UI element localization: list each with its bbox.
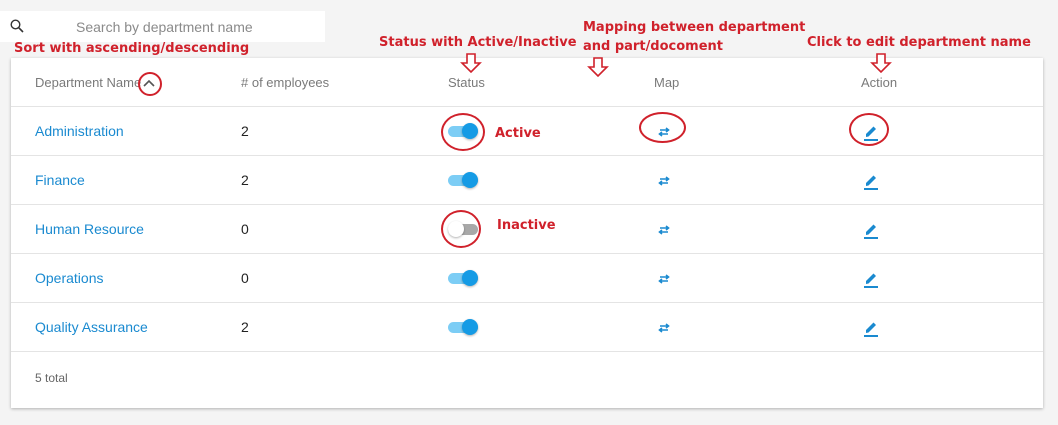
annotation-map-line1: Mapping between department — [583, 20, 806, 35]
table-row: Quality Assurance 2 — [11, 303, 1043, 352]
department-name-link[interactable]: Administration — [35, 107, 124, 156]
table-row: Administration 2 — [11, 107, 1043, 156]
swap-arrows-icon[interactable] — [654, 220, 674, 240]
chevron-up-icon[interactable] — [142, 78, 156, 88]
annotation-map-line2: and part/docoment — [583, 39, 724, 54]
annotation-status: Status with Active/Inactive — [379, 35, 577, 50]
status-toggle[interactable] — [448, 221, 479, 238]
pencil-icon[interactable] — [861, 171, 881, 191]
status-toggle[interactable] — [448, 123, 479, 140]
department-name-link[interactable]: Finance — [35, 156, 85, 205]
department-name-link[interactable]: Operations — [35, 254, 103, 303]
annotation-sort: Sort with ascending/descending — [14, 41, 250, 56]
annotation-action: Click to edit department name — [807, 35, 1031, 50]
table-header: Department Name # of employees Status Ma… — [11, 58, 1043, 107]
table-row: Operations 0 — [11, 254, 1043, 303]
header-department-name[interactable]: Department Name — [35, 58, 141, 107]
employee-count: 2 — [241, 319, 249, 335]
swap-arrows-icon[interactable] — [654, 122, 674, 142]
pencil-icon[interactable] — [861, 122, 881, 142]
swap-arrows-icon[interactable] — [654, 171, 674, 191]
employee-count: 2 — [241, 123, 249, 139]
pencil-icon[interactable] — [861, 318, 881, 338]
header-action: Action — [861, 75, 898, 90]
search-input[interactable]: Search by department name — [76, 19, 253, 35]
swap-arrows-icon[interactable] — [654, 318, 674, 338]
search-icon — [10, 19, 24, 33]
department-name-link[interactable]: Quality Assurance — [35, 303, 148, 352]
header-status: Status — [448, 75, 485, 90]
department-name-link[interactable]: Human Resource — [35, 205, 144, 254]
employee-count: 2 — [241, 172, 249, 188]
header-map: Map — [654, 75, 680, 90]
header-employees: # of employees — [241, 75, 330, 90]
search-bar[interactable]: Search by department name — [0, 11, 325, 42]
employee-count: 0 — [241, 221, 249, 237]
pencil-icon[interactable] — [861, 220, 881, 240]
pencil-icon[interactable] — [861, 269, 881, 289]
table-row: Human Resource 0 — [11, 205, 1043, 254]
employee-count: 0 — [241, 270, 249, 286]
total-count: 5 total — [35, 371, 68, 385]
status-toggle[interactable] — [448, 270, 479, 287]
status-toggle[interactable] — [448, 319, 479, 336]
table-row: Finance 2 — [11, 156, 1043, 205]
status-toggle[interactable] — [448, 172, 479, 189]
department-table: Department Name # of employees Status Ma… — [11, 58, 1043, 408]
swap-arrows-icon[interactable] — [654, 269, 674, 289]
